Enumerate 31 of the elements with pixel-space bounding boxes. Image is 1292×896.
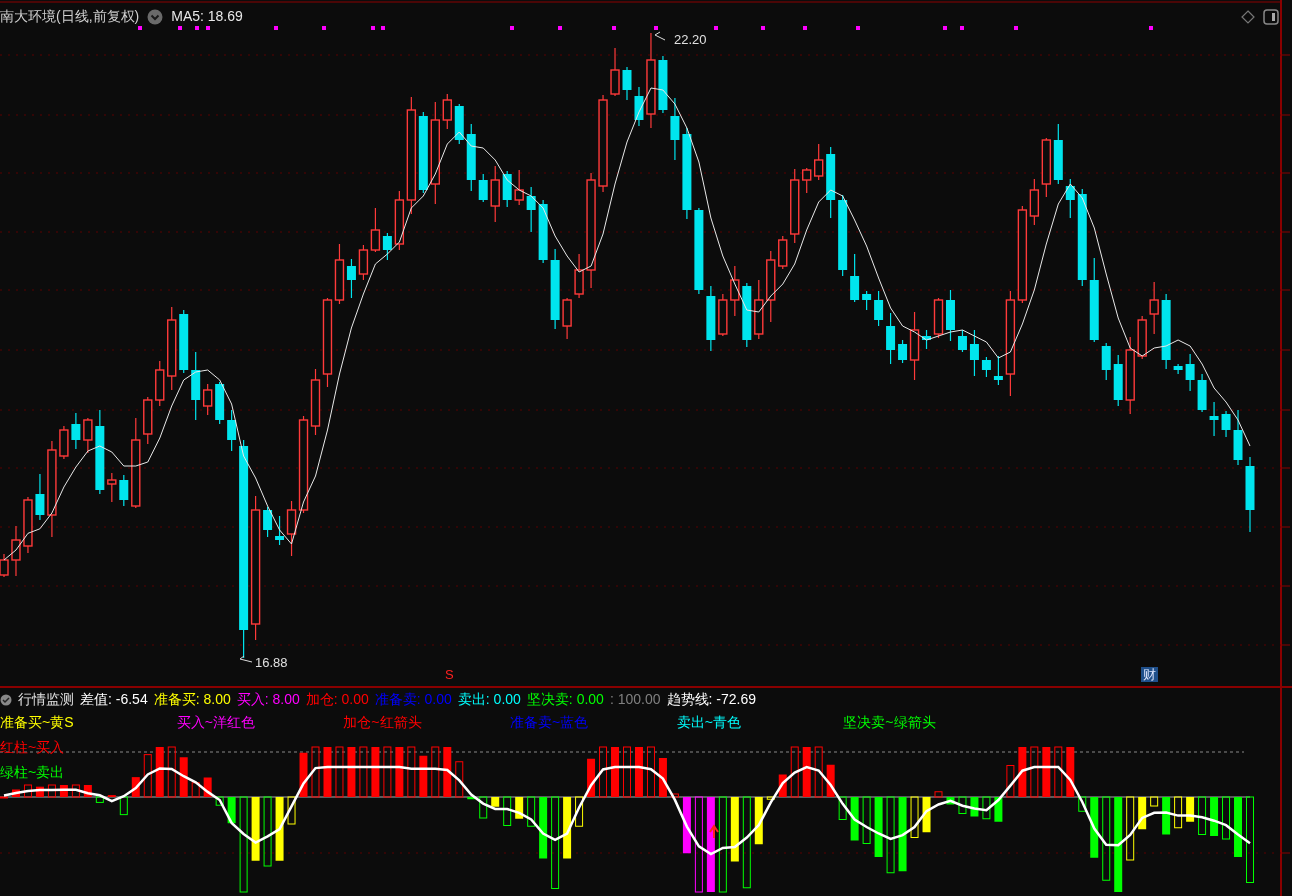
- indicator-value: 卖出: 0.00: [457, 690, 521, 709]
- legend-text: 加仓~红箭头: [342, 714, 422, 730]
- signal-mark: S: [445, 668, 454, 681]
- indicator-value: 准备卖: 0.00: [374, 690, 452, 709]
- legend-text: 红柱~买入: [0, 739, 65, 755]
- indicator-name: 行情监测: [18, 690, 74, 709]
- panel-toggle-icon[interactable]: [1263, 9, 1279, 25]
- legend-text: 坚决卖~绿箭头: [842, 714, 936, 730]
- chevron-down-icon[interactable]: [147, 8, 164, 25]
- ma-label: MA5: 18.69: [171, 7, 243, 26]
- legend-text: 绿柱~卖出: [0, 764, 65, 780]
- up-arrow-icon: [709, 824, 719, 839]
- indicator-value: 差值: -6.54: [80, 690, 148, 709]
- diamond-icon[interactable]: [1241, 10, 1255, 24]
- high-pointer-icon: [654, 31, 666, 41]
- legend-text: 准备买~黄S: [0, 714, 74, 730]
- check-circle-icon[interactable]: [0, 693, 12, 706]
- low-price-label: 16.88: [255, 654, 288, 672]
- indicator-value: 坚决卖: 0.00: [526, 690, 604, 709]
- high-price-label: 22.20: [674, 31, 707, 49]
- low-pointer-icon: [239, 655, 253, 663]
- indicator-value: 准备买: 8.00: [153, 690, 231, 709]
- indicator-value: 趋势线: -72.69: [666, 690, 756, 709]
- legend-text: 卖出~青色: [675, 714, 741, 730]
- chart-title: 南大环境(日线,前复权): [0, 7, 140, 26]
- legend-text: 买入~洋红色: [175, 714, 255, 730]
- indicator-value: 加仓: 0.00: [305, 690, 369, 709]
- indicator-value: : 100.00: [609, 690, 661, 709]
- legend-text: 准备卖~蓝色: [509, 714, 589, 730]
- indicator-value: 买入: 8.00: [236, 690, 300, 709]
- finance-badge[interactable]: 财: [1141, 667, 1158, 682]
